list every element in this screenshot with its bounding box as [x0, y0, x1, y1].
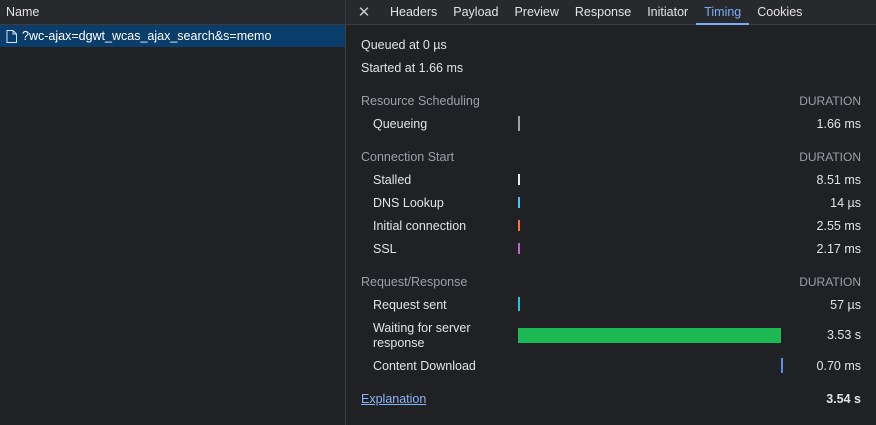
timing-row-value: 2.55 ms	[816, 219, 861, 233]
timing-row-label: SSL	[373, 242, 397, 256]
timing-row-label: Initial connection	[373, 219, 467, 233]
queued-at: Queued at 0 µs	[361, 38, 447, 52]
duration-header: DURATION	[799, 150, 861, 164]
tab-headers[interactable]: Headers	[382, 0, 445, 24]
timing-row-value: 14 µs	[830, 196, 861, 210]
tab-initiator[interactable]: Initiator	[639, 0, 696, 24]
timing-row-value: 0.70 ms	[816, 359, 861, 373]
total-duration: 3.54 s	[826, 392, 861, 406]
request-list-panel: Name ?wc-ajax=dgwt_wcas_ajax_search&s=me…	[0, 0, 346, 425]
tab-response[interactable]: Response	[567, 0, 639, 24]
details-tabbar: ✕ Headers Payload Preview Response Initi…	[346, 0, 876, 25]
request-row[interactable]: ?wc-ajax=dgwt_wcas_ajax_search&s=memo	[0, 25, 345, 47]
file-icon	[6, 29, 17, 43]
tab-payload[interactable]: Payload	[445, 0, 506, 24]
timing-row-label: Request sent	[373, 298, 447, 312]
content-download-bar	[781, 358, 783, 373]
ssl-bar	[518, 243, 520, 254]
started-at: Started at 1.66 ms	[361, 61, 464, 75]
duration-header: DURATION	[799, 94, 861, 108]
explanation-link[interactable]: Explanation	[361, 392, 426, 406]
tab-timing[interactable]: Timing	[696, 0, 750, 25]
timing-row-label: Stalled	[373, 173, 412, 187]
tab-preview[interactable]: Preview	[506, 0, 566, 24]
timing-row-value: 2.17 ms	[816, 242, 861, 256]
timing-row-value: 1.66 ms	[816, 117, 861, 131]
section-title: Connection Start	[361, 150, 455, 164]
timing-row-label: DNS Lookup	[373, 196, 444, 210]
timing-row-label: Queueing	[373, 117, 428, 131]
section-title: Request/Response	[361, 275, 468, 289]
timing-row-value: 8.51 ms	[816, 173, 861, 187]
queueing-bar	[518, 116, 520, 131]
request-name: ?wc-ajax=dgwt_wcas_ajax_search&s=memo	[22, 29, 272, 43]
name-column-header[interactable]: Name	[0, 0, 345, 25]
timing-row-label: Waiting for server response	[373, 321, 471, 350]
dns-lookup-bar	[518, 197, 520, 208]
initial-connection-bar	[518, 220, 520, 231]
duration-header: DURATION	[799, 275, 861, 289]
timing-row-label: Content Download	[373, 359, 476, 373]
waiting-bar	[518, 328, 781, 343]
timing-row-value: 57 µs	[830, 298, 861, 312]
request-sent-bar	[518, 297, 520, 311]
section-title: Resource Scheduling	[361, 94, 480, 108]
stalled-bar	[518, 174, 520, 185]
close-icon[interactable]: ✕	[346, 0, 382, 24]
tab-cookies[interactable]: Cookies	[749, 0, 810, 24]
timing-row-value: 3.53 s	[826, 328, 861, 342]
details-panel: ✕ Headers Payload Preview Response Initi…	[346, 0, 876, 425]
